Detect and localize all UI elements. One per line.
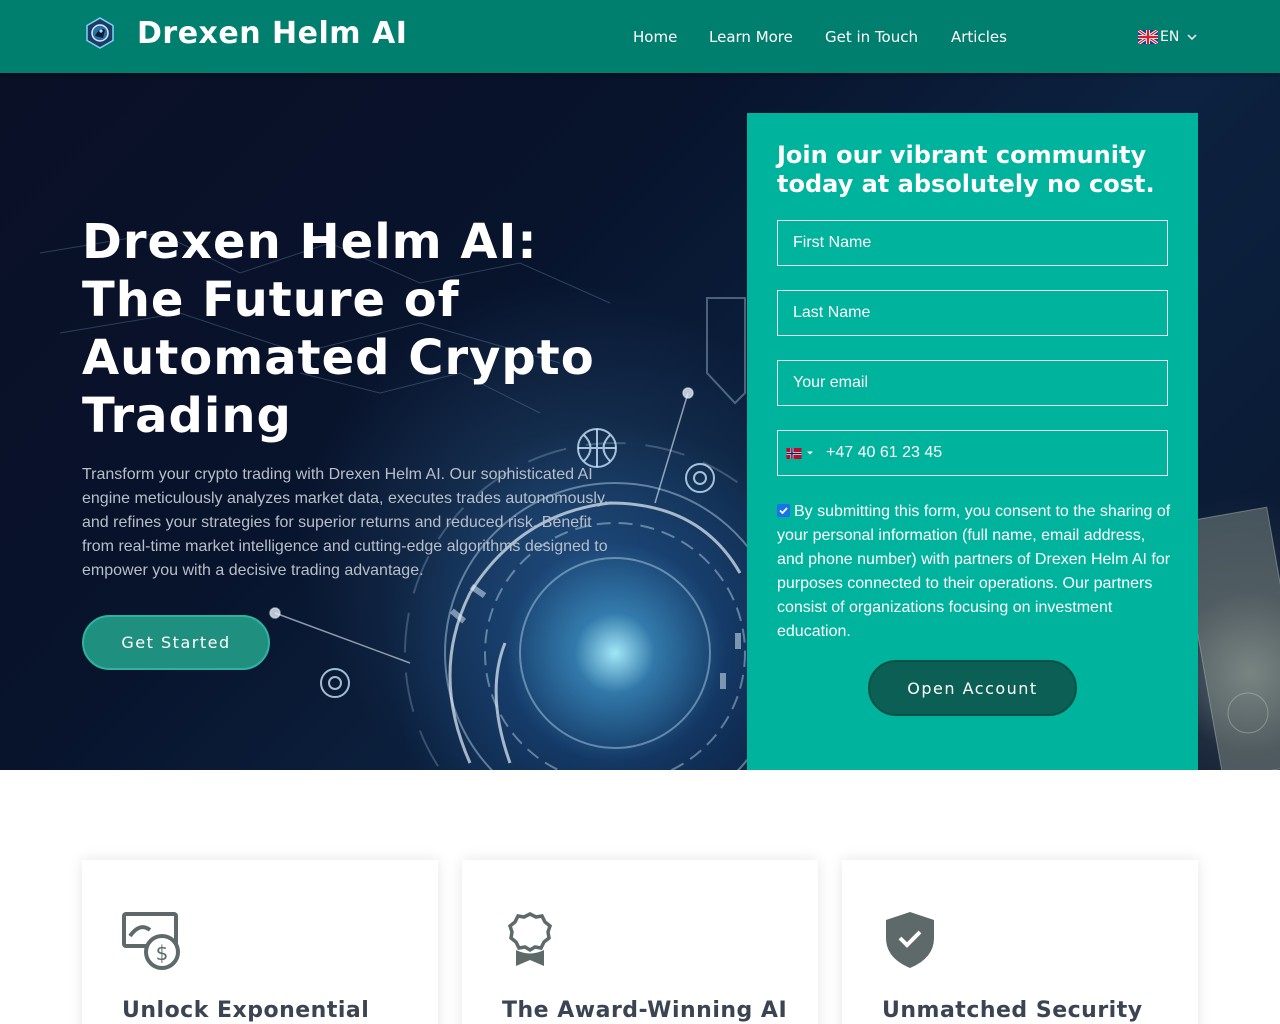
checkmark-icon [779,507,788,515]
consent-text-block: By submitting this form, you consent to … [777,500,1172,644]
shield-check-icon [886,912,934,968]
nav-learn-more[interactable]: Learn More [709,26,793,48]
email-field[interactable]: Your email [777,360,1168,406]
feature-card: Unmatched Security [842,860,1198,1024]
language-label: EN [1160,29,1180,45]
hero-title-line: Automated Crypto [82,330,595,386]
form-title: Join our vibrant community today at abso… [777,141,1155,198]
hero-title-line: The Future of [82,272,460,328]
consent-text: By submitting this form, you consent to … [777,503,1171,640]
email-placeholder: Your email [793,374,869,391]
feature-card: The Award-Winning AI [462,860,818,1024]
award-icon [507,912,553,966]
first-name-field[interactable]: First Name [777,220,1168,266]
chevron-down-icon [1187,34,1197,40]
uk-flag-icon [1138,30,1158,44]
svg-text:$: $ [156,941,169,965]
phone-field[interactable]: +47 40 61 23 45 [777,430,1168,476]
hero-description: Transform your crypto trading with Drexe… [82,466,609,579]
signup-form: Join our vibrant community today at abso… [747,113,1198,770]
get-started-button[interactable]: Get Started [82,615,270,670]
first-name-placeholder: First Name [793,234,872,251]
caret-down-icon [807,451,813,455]
nav-home[interactable]: Home [633,26,677,48]
country-code-selector[interactable] [786,447,814,459]
consent-checkbox[interactable] [777,504,790,517]
brand-name[interactable]: Drexen Helm AI [137,14,407,54]
feature-title: Unlock Exponential [122,998,370,1023]
hero-title-line: Drexen Helm AI: [82,214,538,270]
language-selector[interactable]: EN [1138,26,1199,48]
feature-card: $ Unlock Exponential [82,860,438,1024]
money-icon: $ [122,912,180,970]
open-account-button[interactable]: Open Account [868,660,1077,716]
hero-title-line: Trading [82,388,292,444]
feature-title: Unmatched Security [882,998,1143,1023]
phone-placeholder: +47 40 61 23 45 [826,444,943,461]
hero-title: Drexen Helm AI: The Future of Automated … [82,213,642,445]
last-name-placeholder: Last Name [793,304,871,321]
norway-flag-icon [786,447,802,459]
helm-logo-icon[interactable] [84,17,116,49]
nav-get-in-touch[interactable]: Get in Touch [825,26,918,48]
feature-title: The Award-Winning AI [502,998,788,1023]
site-header: Drexen Helm AI Home Learn More Get in To… [0,0,1280,73]
nav-articles[interactable]: Articles [951,26,1007,48]
last-name-field[interactable]: Last Name [777,290,1168,336]
